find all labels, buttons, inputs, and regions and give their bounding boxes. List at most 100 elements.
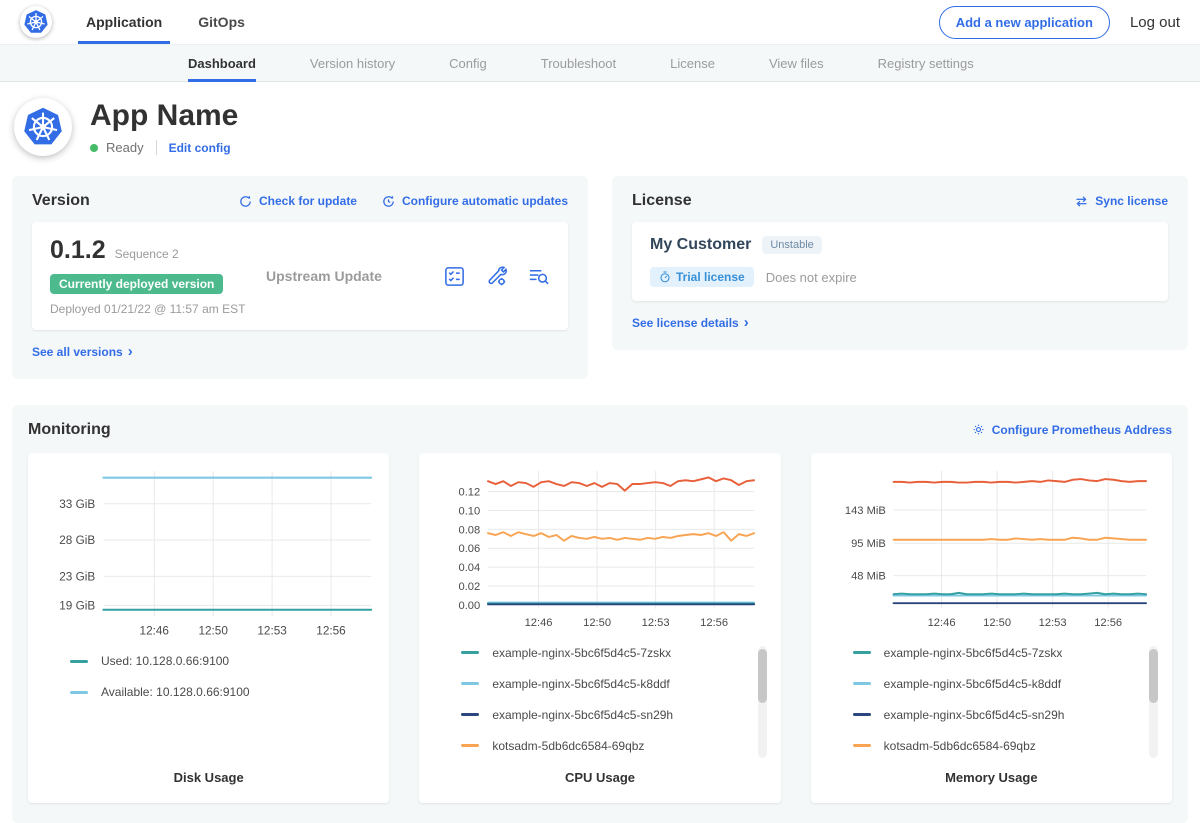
license-panel-title: License — [632, 192, 692, 210]
legend-label: example-nginx-5bc6f5d4c5-7zskx — [884, 646, 1063, 660]
legend-color-dash — [853, 744, 871, 747]
topbar-actions: Add a new application Log out — [939, 6, 1180, 39]
license-detail-card: My Customer Unstable Trial license Does … — [632, 222, 1168, 301]
svg-text:0.08: 0.08 — [459, 524, 481, 536]
tab-gitops[interactable]: GitOps — [196, 0, 247, 44]
legend-color-dash — [853, 682, 871, 685]
kubernetes-helm-icon — [22, 106, 64, 148]
legend-label: Used: 10.128.0.66:9100 — [101, 654, 229, 668]
add-new-application-button[interactable]: Add a new application — [939, 6, 1110, 39]
chevron-right-icon: › — [744, 315, 749, 330]
legend-color-dash — [853, 651, 871, 654]
legend-scrollbar-track[interactable] — [1149, 646, 1158, 758]
legend-scrollbar-thumb[interactable] — [1149, 649, 1158, 703]
legend-color-dash — [461, 713, 479, 716]
legend-label: example-nginx-5bc6f5d4c5-sn29h — [492, 708, 673, 722]
chart-title: CPU Usage — [431, 770, 768, 785]
svg-text:12:56: 12:56 — [1094, 617, 1122, 629]
subnav-item-license[interactable]: License — [670, 45, 715, 81]
monitoring-panel: Monitoring Configure Prometheus Address … — [12, 405, 1188, 823]
legend-item: example-nginx-5bc6f5d4c5-k8ddf — [461, 677, 744, 691]
edit-config-link[interactable]: Edit config — [169, 141, 231, 155]
svg-text:0.00: 0.00 — [459, 599, 481, 611]
chart-title: Memory Usage — [823, 770, 1160, 785]
configure-automatic-updates-label: Configure automatic updates — [402, 194, 568, 208]
subnav-item-registry-settings[interactable]: Registry settings — [878, 45, 974, 81]
sync-arrows-icon — [1074, 194, 1089, 209]
svg-text:12:53: 12:53 — [257, 624, 287, 637]
disk-usage-card: 19 GiB23 GiB28 GiB33 GiB12:4612:5012:531… — [28, 453, 389, 803]
svg-text:23 GiB: 23 GiB — [59, 570, 95, 583]
legend-item: example-nginx-5bc6f5d4c5-sn29h — [853, 708, 1136, 722]
tab-application[interactable]: Application — [84, 0, 164, 44]
legend-label: Available: 10.128.0.66:9100 — [101, 685, 250, 699]
chart-legend: Used: 10.128.0.66:9100 Available: 10.128.… — [40, 652, 377, 769]
memory-usage-card: 48 MiB95 MiB143 MiB12:4612:5012:5312:56e… — [811, 453, 1172, 803]
legend-scrollbar-track[interactable] — [758, 646, 767, 758]
legend-color-dash — [853, 713, 871, 716]
disk-usage-plot: 19 GiB23 GiB28 GiB33 GiB12:4612:5012:531… — [40, 465, 377, 641]
version-source-label: Upstream Update — [262, 268, 443, 284]
chart-title: Disk Usage — [40, 770, 377, 785]
app-header: App Name Ready Edit config — [0, 82, 1200, 176]
stopwatch-icon — [659, 271, 671, 283]
app-subnav: Dashboard Version history Config Troublesho… — [0, 44, 1200, 82]
legend-item: example-nginx-5bc6f5d4c5-k8ddf — [853, 677, 1136, 691]
trial-license-badge: Trial license — [650, 267, 754, 287]
divider — [156, 140, 157, 155]
subnav-item-version-history[interactable]: Version history — [310, 45, 395, 81]
svg-text:33 GiB: 33 GiB — [59, 497, 95, 510]
svg-text:95 MiB: 95 MiB — [851, 538, 886, 550]
svg-text:28 GiB: 28 GiB — [59, 534, 95, 547]
see-all-versions-link[interactable]: See all versions › — [32, 344, 133, 359]
config-tools-icon[interactable] — [485, 265, 508, 288]
subnav-item-config[interactable]: Config — [449, 45, 487, 81]
trial-license-label: Trial license — [676, 270, 745, 284]
view-diff-icon[interactable] — [527, 265, 550, 288]
svg-text:0.02: 0.02 — [459, 580, 481, 592]
svg-text:12:50: 12:50 — [198, 624, 228, 637]
ready-status-dot — [90, 144, 98, 152]
sync-license-link[interactable]: Sync license — [1074, 194, 1168, 209]
svg-text:19 GiB: 19 GiB — [59, 599, 95, 612]
license-expiry: Does not expire — [766, 270, 857, 285]
configure-prometheus-link[interactable]: Configure Prometheus Address — [971, 422, 1172, 437]
version-panel: Version Check for update Configure au — [12, 176, 588, 379]
preflight-checklist-icon[interactable] — [443, 265, 466, 288]
legend-item: kotsadm-5db6dc6584-69qbz — [853, 739, 1136, 753]
svg-text:0.10: 0.10 — [459, 505, 481, 517]
cpu-usage-plot: 0.000.020.040.060.080.100.1212:4612:5012… — [431, 465, 768, 632]
version-sequence: Sequence 2 — [115, 247, 179, 261]
top-tabs: Application GitOps — [84, 0, 279, 44]
see-license-details-label: See license details — [632, 316, 739, 330]
legend-item: kotsadm-5db6dc6584-69qbz — [461, 739, 744, 753]
app-logo — [14, 98, 72, 156]
top-navigation-bar: Application GitOps Add a new application… — [0, 0, 1200, 44]
legend-scrollbar-thumb[interactable] — [758, 649, 767, 703]
svg-text:0.12: 0.12 — [459, 486, 481, 498]
check-for-update-label: Check for update — [259, 194, 357, 208]
subnav-item-view-files[interactable]: View files — [769, 45, 824, 81]
legend-label: example-nginx-5bc6f5d4c5-k8ddf — [884, 677, 1061, 691]
channel-badge: Unstable — [762, 236, 821, 254]
subnav-item-dashboard[interactable]: Dashboard — [188, 45, 256, 81]
charts-row: 19 GiB 23 GiB 28 GiB 33 GiB 12:46 12:50 12:53 1… — [28, 453, 1172, 813]
svg-text:12:56: 12:56 — [316, 624, 346, 637]
logout-button[interactable]: Log out — [1130, 14, 1180, 31]
configure-automatic-updates-link[interactable]: Configure automatic updates — [381, 194, 568, 209]
see-all-versions-label: See all versions — [32, 345, 123, 359]
deployed-timestamp: Deployed 01/21/22 @ 11:57 am EST — [50, 302, 262, 316]
see-license-details-link[interactable]: See license details › — [632, 315, 749, 330]
svg-text:48 MiB: 48 MiB — [851, 570, 886, 582]
svg-text:12:46: 12:46 — [525, 617, 553, 629]
legend-item: example-nginx-5bc6f5d4c5-7zskx — [461, 646, 744, 660]
configure-prometheus-label: Configure Prometheus Address — [992, 423, 1172, 437]
check-for-update-link[interactable]: Check for update — [238, 194, 357, 209]
kubernetes-logo — [20, 6, 52, 38]
auto-update-clock-icon — [381, 194, 396, 209]
svg-text:12:50: 12:50 — [983, 617, 1011, 629]
legend-color-dash — [70, 660, 88, 663]
currently-deployed-badge: Currently deployed version — [50, 274, 223, 294]
subnav-item-troubleshoot[interactable]: Troubleshoot — [541, 45, 616, 81]
legend-item: Available: 10.128.0.66:9100 — [70, 685, 353, 699]
